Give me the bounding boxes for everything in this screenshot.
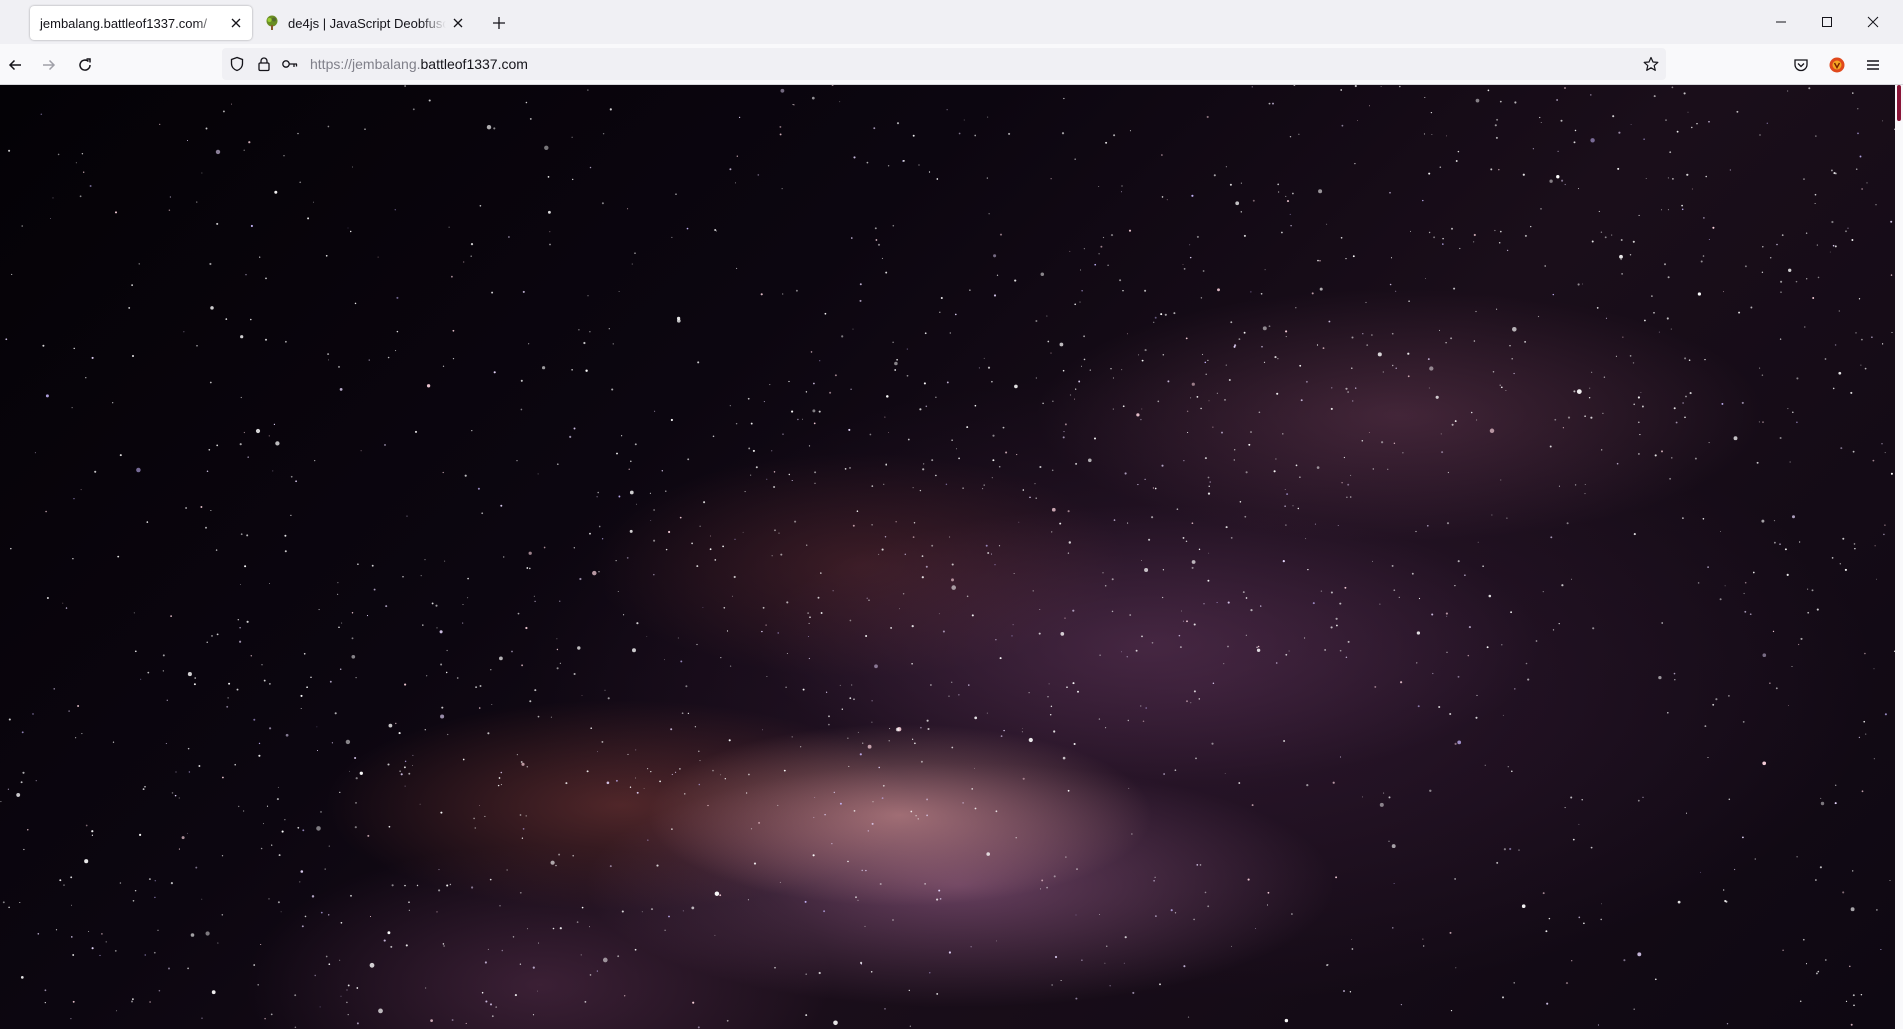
minimize-icon (1776, 21, 1786, 23)
app-menu-button[interactable] (1858, 50, 1888, 80)
pocket-icon (1794, 59, 1808, 72)
star-icon[interactable] (1642, 55, 1660, 73)
tab-bar: jembalang.battleof1337.com/ de4js | Java… (0, 0, 1903, 44)
back-button[interactable] (0, 50, 30, 80)
key-icon[interactable] (281, 55, 299, 73)
url-scheme: https://jembalang. (310, 56, 421, 72)
tab-inactive[interactable]: de4js | JavaScript Deobfuscator and Unpa… (256, 6, 474, 40)
shield-icon[interactable] (228, 55, 246, 73)
milky-way-starfield (0, 85, 1895, 1029)
scrollbar[interactable] (1895, 85, 1903, 1029)
close-icon (1867, 16, 1879, 28)
extension-button[interactable] (1822, 50, 1852, 80)
tab-title: jembalang.battleof1337.com/ (40, 15, 207, 31)
navigation-toolbar: https://jembalang.battleof1337.com (0, 44, 1903, 85)
tab-active[interactable]: jembalang.battleof1337.com/ (30, 6, 252, 40)
extension-icon (1829, 57, 1845, 73)
lock-icon[interactable] (255, 55, 273, 73)
url-domain: battleof1337.com (420, 56, 528, 72)
forward-button[interactable] (34, 50, 64, 80)
tree-icon (264, 15, 280, 31)
reload-button[interactable] (70, 50, 100, 80)
close-tab-icon[interactable] (446, 11, 470, 35)
arrow-right-icon (43, 59, 56, 71)
reload-icon (79, 58, 91, 71)
close-window-button[interactable] (1850, 0, 1896, 44)
hamburger-menu-icon (1867, 60, 1879, 70)
tab-title: de4js | JavaScript Deobfuscator and Unpa… (288, 15, 446, 31)
close-tab-icon[interactable] (224, 11, 248, 35)
arrow-left-icon (8, 59, 21, 71)
minimize-window-button[interactable] (1758, 0, 1804, 44)
maximize-window-button[interactable] (1804, 0, 1850, 44)
pocket-button[interactable] (1786, 50, 1816, 80)
maximize-icon (1822, 17, 1832, 27)
new-tab-button[interactable] (486, 10, 512, 36)
page-background-image (0, 85, 1895, 1029)
address-bar[interactable]: https://jembalang.battleof1337.com (222, 48, 1666, 80)
url-text[interactable]: https://jembalang.battleof1337.com (310, 56, 528, 72)
scrollbar-thumb[interactable] (1897, 85, 1901, 121)
